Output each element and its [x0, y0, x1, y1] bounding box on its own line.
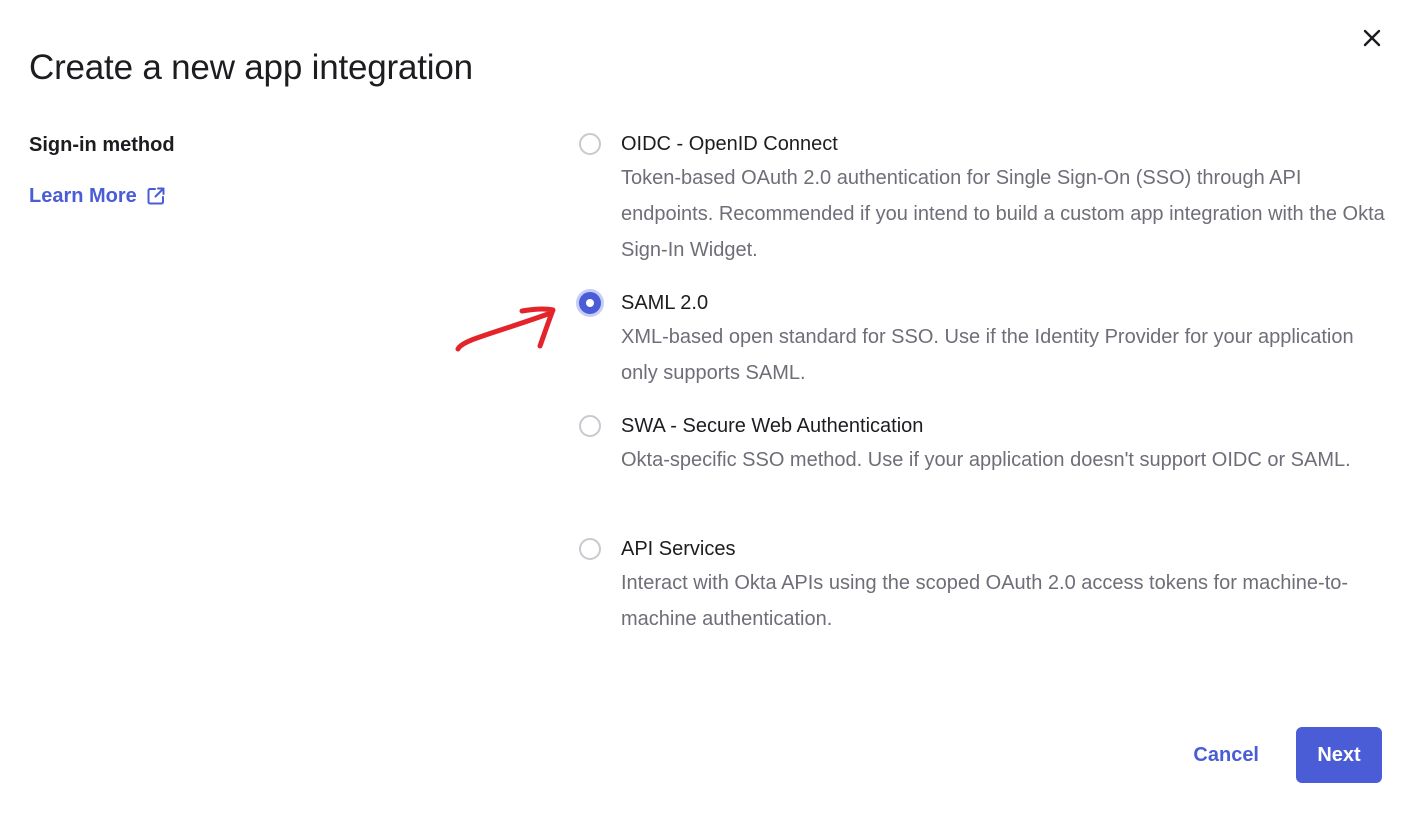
option-title: API Services — [621, 538, 736, 560]
cancel-button[interactable]: Cancel — [1193, 744, 1259, 767]
create-app-integration-dialog: Create a new app integration Sign-in met… — [0, 0, 1405, 815]
option-swa[interactable]: SWA - Secure Web Authentication Okta-spe… — [578, 410, 1393, 533]
option-description: Okta-specific SSO method. Use if your ap… — [621, 449, 1351, 471]
option-description: XML-based open standard for SSO. Use if … — [621, 326, 1354, 384]
sign-in-method-options: OIDC - OpenID Connect Token-based OAuth … — [578, 128, 1393, 656]
dialog-title: Create a new app integration — [29, 48, 473, 87]
option-api-services[interactable]: API Services Interact with Okta APIs usi… — [578, 533, 1393, 656]
close-icon — [1363, 29, 1381, 47]
external-link-icon — [147, 187, 165, 205]
radio-swa[interactable] — [579, 415, 601, 437]
option-title: SAML 2.0 — [621, 292, 709, 314]
option-saml[interactable]: SAML 2.0 XML-based open standard for SSO… — [578, 287, 1393, 410]
radio-oidc[interactable] — [579, 133, 601, 155]
radio-api-services[interactable] — [579, 538, 601, 560]
option-description: Token-based OAuth 2.0 authentication for… — [621, 167, 1385, 261]
option-description: Interact with Okta APIs using the scoped… — [621, 572, 1349, 630]
option-title: SWA - Secure Web Authentication — [621, 415, 924, 437]
annotation-arrow-icon — [455, 306, 556, 352]
option-title: OIDC - OpenID Connect — [621, 133, 838, 155]
close-button[interactable] — [1358, 24, 1386, 52]
radio-saml[interactable] — [579, 292, 601, 314]
sign-in-method-label: Sign-in method — [29, 134, 175, 156]
learn-more-label: Learn More — [29, 185, 137, 207]
option-oidc[interactable]: OIDC - OpenID Connect Token-based OAuth … — [578, 128, 1393, 287]
next-button[interactable]: Next — [1296, 727, 1382, 783]
dialog-footer: Cancel Next — [1193, 727, 1382, 783]
sign-in-method-section: Sign-in method Learn More — [29, 130, 175, 211]
learn-more-link[interactable]: Learn More — [29, 181, 166, 211]
